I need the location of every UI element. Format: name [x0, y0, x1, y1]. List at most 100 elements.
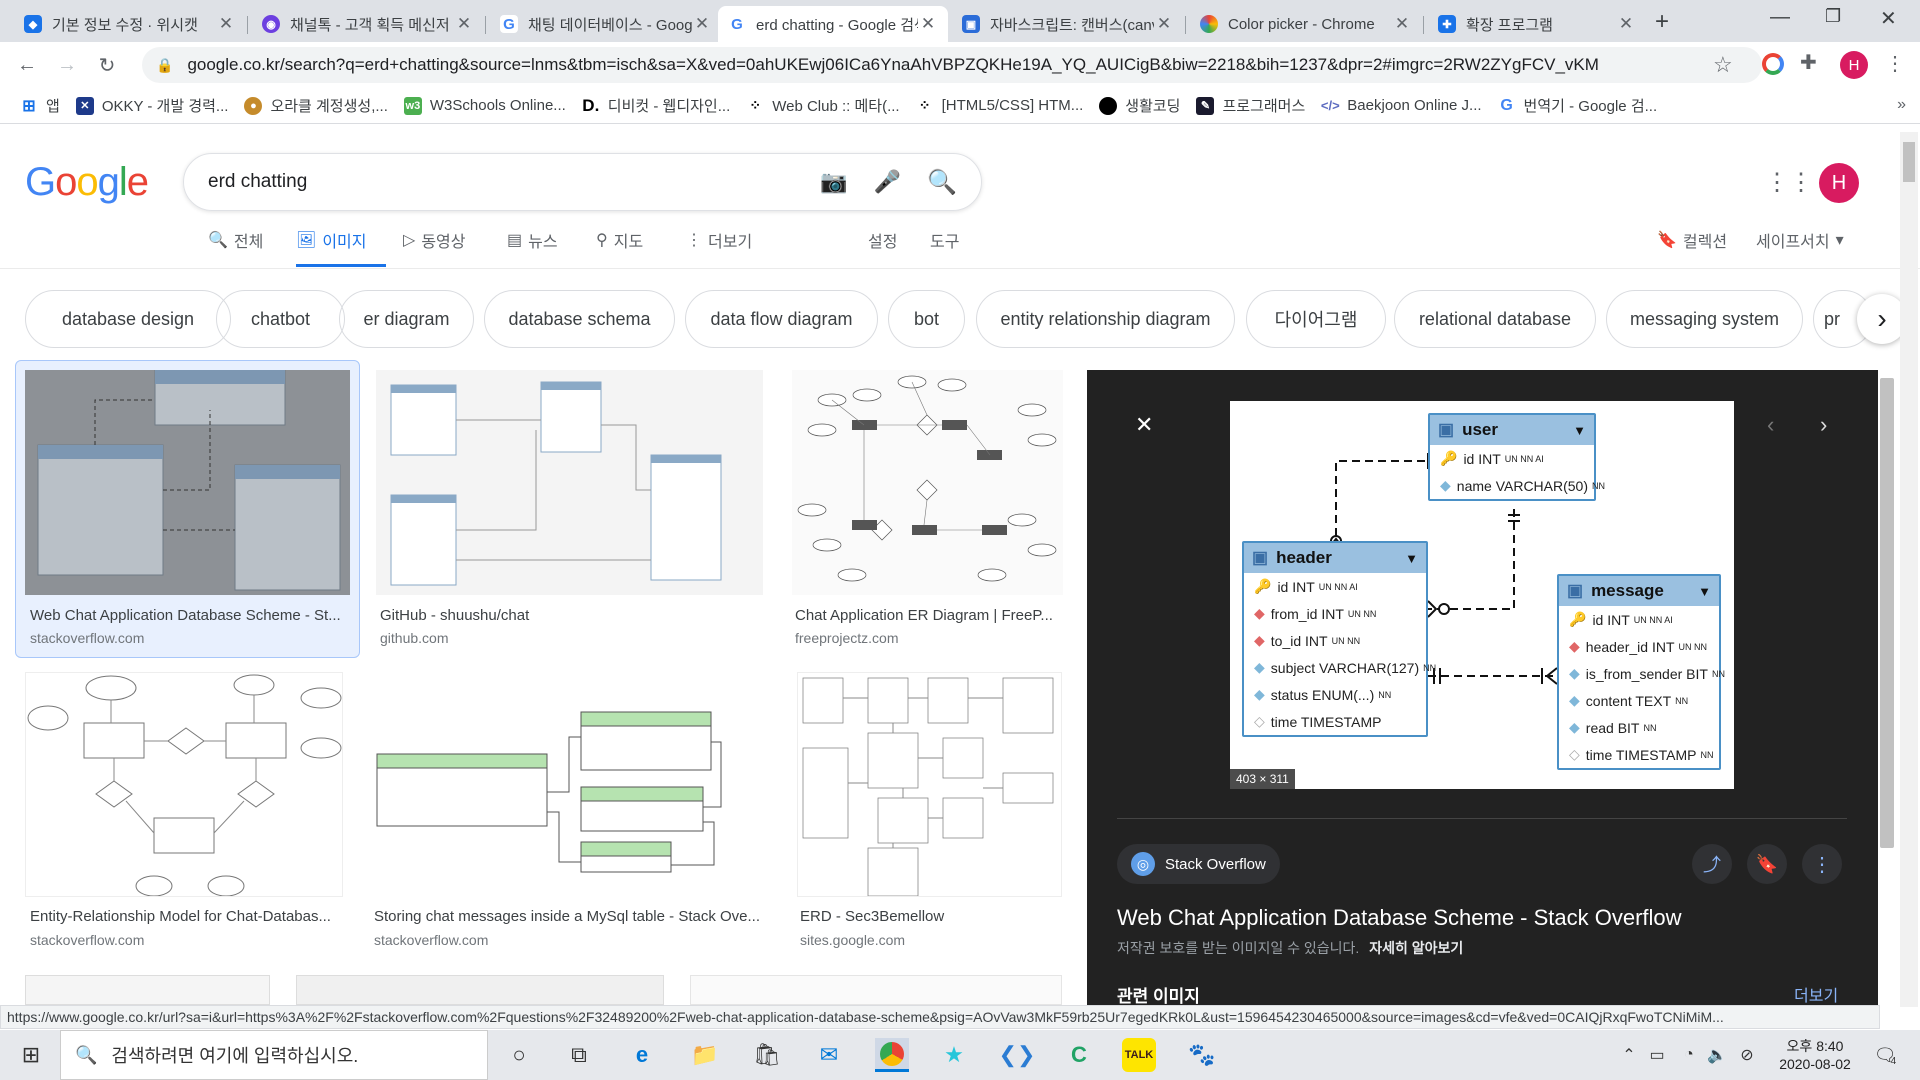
volume-icon[interactable]: 🔈: [1700, 1038, 1734, 1072]
chevron-right-icon[interactable]: ›: [1820, 412, 1827, 438]
related-chip[interactable]: data flow diagram: [685, 290, 878, 348]
reload-icon[interactable]: ↻: [92, 50, 122, 80]
close-icon[interactable]: ✕: [216, 14, 236, 34]
preview-title[interactable]: Web Chat Application Database Scheme - S…: [1117, 905, 1682, 931]
file-explorer-icon[interactable]: 📁: [688, 1038, 722, 1072]
bookmark-item[interactable]: ● 오라클 계정생성,...: [244, 95, 388, 116]
browser-tab[interactable]: G 채팅 데이터베이스 - Google ✕: [490, 6, 722, 42]
tab-videos[interactable]: ▷ 동영상: [403, 228, 465, 252]
related-chip[interactable]: bot: [888, 290, 965, 348]
result-title[interactable]: Chat Application ER Diagram | FreeP...: [795, 607, 1060, 624]
browser-tab[interactable]: Color picker - Chrome ✕: [1190, 6, 1422, 42]
tab-maps[interactable]: ⚲ 지도: [596, 228, 643, 252]
extensions-icon[interactable]: ✚: [1800, 50, 1817, 75]
back-icon[interactable]: ←: [12, 50, 42, 80]
related-chip[interactable]: er diagram: [339, 290, 474, 348]
color-picker-extension-icon[interactable]: [1762, 53, 1784, 75]
share-icon[interactable]: ⤴: [1692, 844, 1732, 884]
vscode-icon[interactable]: ❮❯: [999, 1038, 1036, 1072]
app-icon[interactable]: 🐾: [1185, 1038, 1219, 1072]
search-input[interactable]: erd chatting: [208, 171, 820, 193]
google-logo[interactable]: Google: [25, 160, 149, 205]
tab-more[interactable]: ⋮ 더보기: [686, 228, 752, 252]
windows-start-icon[interactable]: ⊞: [14, 1038, 48, 1072]
address-bar[interactable]: 🔒 google.co.kr/search?q=erd+chatting&sou…: [142, 47, 1762, 83]
preview-image[interactable]: ▣ user ▼ 🔑 id INT UN NN AI ◆ name VARCHAR(50)…: [1230, 401, 1734, 789]
bookmark-item[interactable]: 생활코딩: [1099, 95, 1180, 116]
cortana-icon[interactable]: ○: [502, 1038, 536, 1072]
close-icon[interactable]: ✕: [1616, 14, 1636, 34]
new-tab-icon[interactable]: +: [1655, 8, 1669, 36]
more-link[interactable]: 더보기: [1794, 982, 1838, 1006]
related-chip[interactable]: relational database: [1394, 290, 1596, 348]
clock[interactable]: 오후 8:40 2020-08-02: [1770, 1036, 1860, 1072]
bookmark-item[interactable]: ⁘ Web Club :: 메타(...: [746, 95, 899, 116]
camera-icon[interactable]: 📷: [820, 169, 847, 195]
related-chip[interactable]: 다이어그램: [1246, 290, 1386, 348]
kakaotalk-icon[interactable]: TALK: [1122, 1038, 1156, 1072]
chrome-icon[interactable]: [875, 1038, 909, 1072]
panel-scrollbar-thumb[interactable]: [1880, 378, 1894, 848]
kebab-menu-icon[interactable]: ⋮: [1885, 51, 1905, 76]
browser-tab[interactable]: ▣ 자바스크립트: 캔버스(canvas) ✕: [952, 6, 1184, 42]
scrollbar-thumb[interactable]: [1903, 142, 1915, 182]
bookmark-item[interactable]: D. 디비컷 - 웹디자인...: [582, 95, 730, 116]
result-thumbnail[interactable]: [792, 370, 1063, 595]
related-chip[interactable]: database design: [25, 290, 231, 348]
close-window-icon[interactable]: ✕: [1880, 6, 1897, 31]
result-thumbnail[interactable]: [25, 975, 270, 1005]
star-icon[interactable]: ☆: [1713, 52, 1733, 78]
search-box[interactable]: erd chatting 📷 🎤 🔍: [183, 153, 982, 211]
tab-news[interactable]: ▤ 뉴스: [507, 228, 558, 252]
close-icon[interactable]: ✕: [918, 14, 938, 34]
close-icon[interactable]: ✕: [1392, 14, 1412, 34]
minimize-icon[interactable]: —: [1770, 6, 1790, 29]
close-icon[interactable]: ✕: [692, 14, 712, 34]
forward-icon[interactable]: →: [52, 50, 82, 80]
result-thumbnail[interactable]: [797, 672, 1062, 897]
microphone-icon[interactable]: 🎤: [874, 169, 901, 195]
chevron-left-icon[interactable]: ‹: [1767, 412, 1774, 438]
tab-all[interactable]: 🔍 전체: [208, 228, 263, 252]
result-title[interactable]: Entity-Relationship Model for Chat-Datab…: [30, 908, 345, 925]
tab-images[interactable]: 🖼 이미지: [296, 228, 366, 252]
related-chip[interactable]: chatbot: [216, 290, 345, 348]
battery-icon[interactable]: ▭: [1640, 1038, 1674, 1072]
bookmark-item[interactable]: ⁘ [HTML5/CSS] HTM...: [916, 97, 1084, 115]
close-icon[interactable]: ✕: [1154, 14, 1174, 34]
bookmark-item[interactable]: </> Baekjoon Online J...: [1321, 97, 1482, 115]
result-thumbnail[interactable]: [25, 370, 350, 595]
result-title[interactable]: Web Chat Application Database Scheme - S…: [30, 607, 350, 624]
mail-icon[interactable]: ✉: [812, 1038, 846, 1072]
close-icon[interactable]: ✕: [1135, 412, 1153, 438]
bookmark-apps[interactable]: ⊞ 앱: [20, 95, 60, 116]
store-icon[interactable]: 🛍: [750, 1038, 784, 1072]
more-vert-icon[interactable]: ⋮: [1802, 844, 1842, 884]
related-chip[interactable]: database schema: [484, 290, 675, 348]
taskbar-search[interactable]: 🔍 검색하려면 여기에 입력하십시오.: [60, 1030, 488, 1080]
result-thumbnail[interactable]: [369, 672, 771, 897]
edge-icon[interactable]: e: [625, 1038, 659, 1072]
scrollbar[interactable]: [1900, 132, 1918, 1007]
related-chip[interactable]: messaging system: [1606, 290, 1803, 348]
bookmark-item[interactable]: ✎ 프로그래머스: [1196, 95, 1305, 116]
result-thumbnail[interactable]: [25, 672, 343, 897]
result-thumbnail[interactable]: [376, 370, 763, 595]
close-icon[interactable]: ✕: [454, 14, 474, 34]
starry-app-icon[interactable]: ★: [937, 1038, 971, 1072]
ime-icon[interactable]: ⊘: [1730, 1038, 1764, 1072]
browser-tab[interactable]: ◉ 채널톡 - 고객 획득 메신저 ✕: [252, 6, 484, 42]
related-chip[interactable]: entity relationship diagram: [976, 290, 1235, 348]
profile-avatar[interactable]: H: [1840, 51, 1868, 79]
result-thumbnail[interactable]: [690, 975, 1062, 1005]
task-view-icon[interactable]: ⧉: [562, 1038, 596, 1072]
learn-more-link[interactable]: 자세히 알아보기: [1369, 940, 1463, 956]
result-title[interactable]: ERD - Sec3Bemellow: [800, 908, 1065, 925]
bookmark-item[interactable]: w3 W3Schools Online...: [403, 96, 566, 115]
browser-tab[interactable]: ◆ 기본 정보 수정 · 위시캣 ✕: [14, 6, 246, 42]
bookmark-item[interactable]: G 번역기 - Google 검...: [1498, 95, 1657, 116]
account-avatar[interactable]: H: [1819, 163, 1859, 203]
result-title[interactable]: GitHub - shuushu/chat: [380, 607, 760, 624]
source-chip[interactable]: ◎ Stack Overflow: [1117, 844, 1280, 884]
result-thumbnail[interactable]: [296, 975, 664, 1005]
